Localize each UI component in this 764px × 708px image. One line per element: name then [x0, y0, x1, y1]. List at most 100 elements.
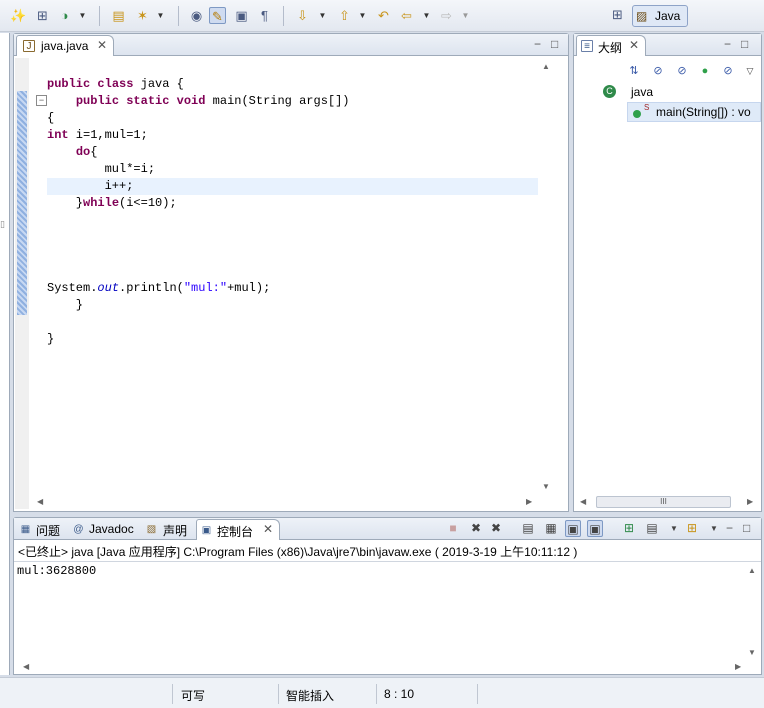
- tab-outline[interactable]: ≡ 大纲 ✕: [576, 35, 646, 56]
- next-annotation-icon[interactable]: ⇩: [294, 7, 311, 24]
- scrollbar-thumb[interactable]: III: [596, 496, 731, 508]
- open-type-icon[interactable]: ▤: [110, 7, 127, 24]
- java-perspective-button[interactable]: ▨ Java: [632, 5, 688, 27]
- pin-console-icon[interactable]: ⊞: [621, 520, 637, 537]
- remove-all-terminated-icon[interactable]: ✖: [488, 520, 504, 537]
- search-icon[interactable]: ✶: [134, 7, 151, 24]
- outline-panel: ≡ 大纲 ✕ − □ ⇅ ⊘ ⊘ ● ⊘ ▽ C java S main(Str…: [573, 33, 762, 512]
- editor-horizontal-scrollbar[interactable]: ◀ ▶: [29, 494, 539, 511]
- terminate-icon[interactable]: ■: [445, 520, 461, 537]
- open-console-icon[interactable]: ⊞: [684, 520, 700, 537]
- minimize-icon[interactable]: −: [534, 37, 541, 51]
- console-panel: ▦ 问题 @ Javadoc ▧ 声明 ▣ 控制台 ✕ ■ ✖ ✖ ▤ ▦ ▣ …: [13, 517, 762, 675]
- code-line: }: [47, 298, 84, 312]
- sort-icon[interactable]: ⇅: [626, 63, 642, 79]
- forward-dropdown-icon[interactable]: ▼: [461, 7, 470, 24]
- scroll-left-icon[interactable]: ◀: [23, 662, 29, 671]
- next-annotation-dropdown-icon[interactable]: ▼: [318, 7, 327, 24]
- run-icon[interactable]: ◑: [56, 7, 73, 24]
- fold-collapse-icon[interactable]: −: [36, 95, 47, 106]
- scroll-up-icon[interactable]: ▲: [542, 62, 550, 71]
- back-icon[interactable]: ⇦: [398, 7, 415, 24]
- maximize-icon[interactable]: □: [743, 521, 750, 535]
- status-bar: 可写 智能插入 8 : 10: [0, 677, 764, 708]
- outline-horizontal-scrollbar[interactable]: ◀ III ▶: [578, 494, 759, 509]
- status-separator: [278, 684, 279, 704]
- previous-annotation-dropdown-icon[interactable]: ▼: [358, 7, 367, 24]
- minimize-icon[interactable]: −: [724, 37, 731, 51]
- problems-icon: ▦: [20, 524, 31, 535]
- tab-declaration[interactable]: ▧ 声明: [143, 519, 195, 540]
- console-tabbar: ▦ 问题 @ Javadoc ▧ 声明 ▣ 控制台 ✕ ■ ✖ ✖ ▤ ▦ ▣ …: [14, 518, 761, 540]
- scroll-down-icon[interactable]: ▼: [542, 482, 550, 491]
- public-method-icon: [633, 110, 641, 118]
- scroll-left-icon[interactable]: ◀: [580, 497, 586, 506]
- close-icon[interactable]: ✕: [97, 38, 107, 52]
- code-line: do{: [75, 145, 98, 159]
- tab-label: 大纲: [598, 41, 623, 55]
- code-line: System.out.println("mul:"+mul);: [47, 281, 271, 295]
- forward-icon[interactable]: ⇨: [438, 7, 455, 24]
- show-on-stdout-icon[interactable]: ▣: [565, 520, 581, 537]
- previous-annotation-icon[interactable]: ⇧: [336, 7, 353, 24]
- hide-local-types-icon[interactable]: ⊘: [720, 63, 736, 79]
- minimize-icon[interactable]: −: [726, 521, 733, 535]
- scroll-lock-icon[interactable]: ▦: [543, 520, 559, 537]
- class-icon: C: [603, 85, 616, 98]
- clear-console-icon[interactable]: ▤: [520, 520, 536, 537]
- close-icon[interactable]: ✕: [629, 38, 639, 52]
- close-icon[interactable]: ✕: [263, 522, 273, 536]
- code-area[interactable]: public class java { public static void m…: [47, 76, 350, 348]
- hide-fields-icon[interactable]: ⊘: [650, 63, 666, 79]
- open-perspective-icon[interactable]: ⊞: [612, 7, 628, 23]
- tab-java-java[interactable]: J java.java ✕: [16, 35, 114, 56]
- scroll-right-icon[interactable]: ▶: [747, 497, 753, 506]
- java-file-icon: J: [23, 40, 35, 52]
- java-perspective-label: Java: [655, 9, 681, 23]
- last-edit-location-icon[interactable]: ↶: [375, 7, 392, 24]
- status-separator: [477, 684, 478, 704]
- scroll-left-icon[interactable]: ◀: [37, 497, 43, 506]
- hide-non-public-icon[interactable]: ●: [697, 63, 713, 79]
- toggle-breakpoint-icon[interactable]: ◉: [188, 7, 205, 24]
- scroll-right-icon[interactable]: ▶: [735, 662, 741, 671]
- tab-javadoc[interactable]: @ Javadoc: [70, 519, 142, 540]
- display-console-dropdown-icon[interactable]: ▼: [666, 520, 682, 537]
- scroll-down-icon[interactable]: ▼: [748, 648, 756, 657]
- toggle-block-selection-icon[interactable]: ▣: [233, 7, 250, 24]
- open-console-dropdown-icon[interactable]: ▼: [706, 520, 722, 537]
- new-wizard-icon[interactable]: ✨: [10, 7, 27, 24]
- view-menu-icon[interactable]: ▽: [742, 63, 758, 79]
- code-line: {: [47, 111, 55, 125]
- back-dropdown-icon[interactable]: ▼: [422, 7, 431, 24]
- new-package-icon[interactable]: ⊞: [34, 7, 51, 24]
- show-on-stderr-icon[interactable]: ▣: [587, 520, 603, 537]
- display-console-icon[interactable]: ▤: [644, 520, 660, 537]
- tab-label: Javadoc: [89, 522, 134, 536]
- mark-occurrences-icon[interactable]: ✎: [209, 7, 226, 24]
- outline-method-node[interactable]: main(String[]) : vo: [656, 105, 751, 119]
- scroll-right-icon[interactable]: ▶: [526, 497, 532, 506]
- maximize-icon[interactable]: □: [741, 37, 748, 51]
- search-dropdown-icon[interactable]: ▼: [156, 7, 165, 24]
- tab-problems[interactable]: ▦ 问题: [16, 519, 68, 540]
- maximize-icon[interactable]: □: [551, 37, 558, 51]
- toolbar-separator: [99, 6, 100, 26]
- console-output[interactable]: mul:3628800: [17, 564, 96, 578]
- tab-label: java.java: [41, 39, 89, 53]
- declaration-icon: ▧: [146, 524, 157, 535]
- show-whitespace-icon[interactable]: ¶: [256, 7, 273, 24]
- status-writable: 可写: [181, 689, 206, 703]
- console-horizontal-scrollbar[interactable]: ◀ ▶: [15, 659, 744, 674]
- console-vertical-scrollbar[interactable]: ▲ ▼: [744, 562, 760, 662]
- remove-launch-icon[interactable]: ✖: [468, 520, 484, 537]
- run-dropdown-icon[interactable]: ▼: [78, 7, 87, 24]
- outline-class-node[interactable]: java: [631, 85, 653, 99]
- hide-static-icon[interactable]: ⊘: [674, 63, 690, 79]
- tab-label: 声明: [163, 524, 188, 538]
- editor-vertical-scrollbar[interactable]: ▲ ▼: [538, 58, 554, 496]
- tab-console[interactable]: ▣ 控制台 ✕: [196, 519, 280, 540]
- left-minimized-view[interactable]: ▯: [0, 33, 10, 675]
- toolbar-separator: [178, 6, 179, 26]
- scroll-up-icon[interactable]: ▲: [748, 566, 756, 575]
